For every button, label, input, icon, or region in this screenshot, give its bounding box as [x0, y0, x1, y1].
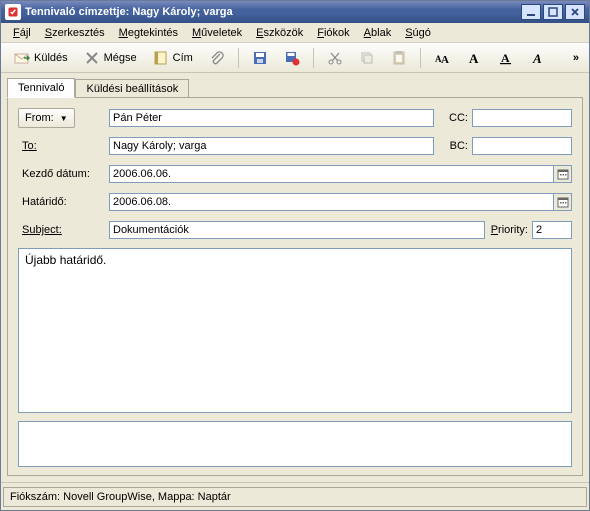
minimize-button[interactable]	[521, 4, 541, 20]
svg-text:A: A	[501, 51, 510, 65]
cc-field[interactable]	[472, 109, 572, 127]
copy-icon	[359, 50, 375, 66]
calendar-icon	[557, 196, 569, 208]
send-button[interactable]: Küldés	[7, 46, 75, 70]
menu-view[interactable]: Megtekintés	[113, 25, 184, 41]
to-label: To:	[18, 136, 41, 156]
copy-button[interactable]	[352, 46, 382, 70]
scissors-icon	[327, 50, 343, 66]
menu-window[interactable]: Ablak	[358, 25, 398, 41]
priority-label: Priority:	[491, 224, 528, 236]
title-bar: Tennivaló címzettje: Nagy Károly; varga	[1, 1, 589, 23]
bold-icon: A	[466, 50, 482, 66]
bold-button[interactable]: A	[459, 46, 489, 70]
menu-bar: Fájl Szerkesztés Megtekintés Műveletek E…	[1, 23, 589, 43]
menu-edit[interactable]: Szerkesztés	[39, 25, 111, 41]
from-field[interactable]	[109, 109, 434, 127]
font-icon: AA	[434, 50, 450, 66]
paperclip-icon	[209, 50, 225, 66]
due-date-label: Határidő:	[18, 192, 71, 212]
font-dialog-button[interactable]: AA	[427, 46, 457, 70]
save-icon	[252, 50, 268, 66]
tab-task[interactable]: Tennivaló	[7, 78, 75, 98]
due-date-field[interactable]	[109, 193, 554, 211]
address-book-icon	[153, 50, 169, 66]
underline-button[interactable]: A	[491, 46, 521, 70]
menu-actions[interactable]: Műveletek	[186, 25, 248, 41]
attach-button[interactable]	[202, 46, 232, 70]
chevron-down-icon: ▼	[60, 114, 68, 123]
menu-file[interactable]: Fájl	[7, 25, 37, 41]
calendar-icon	[557, 168, 569, 180]
tab-strip: Tennivaló Küldési beállítások	[1, 73, 589, 97]
close-button[interactable]	[565, 4, 585, 20]
separator	[238, 48, 239, 68]
bc-label: BC:	[440, 140, 468, 152]
task-panel: From: ▼ CC: To: BC: Kezdő dátum:	[7, 97, 583, 476]
save-button[interactable]	[245, 46, 275, 70]
bc-field[interactable]	[472, 137, 572, 155]
save-draft-button[interactable]	[277, 46, 307, 70]
address-button[interactable]: Cím	[146, 46, 200, 70]
paste-button[interactable]	[384, 46, 414, 70]
message-body[interactable]: Újabb határidő.	[18, 248, 572, 413]
start-date-field[interactable]	[109, 165, 554, 183]
menu-help[interactable]: Súgó	[399, 25, 437, 41]
menu-tools[interactable]: Eszközök	[250, 25, 309, 41]
underline-icon: A	[498, 50, 514, 66]
cancel-button[interactable]: Mégse	[77, 46, 144, 70]
toolbar-overflow-button[interactable]: »	[569, 52, 583, 64]
separator	[313, 48, 314, 68]
maximize-button[interactable]	[543, 4, 563, 20]
window-title: Tennivaló címzettje: Nagy Károly; varga	[25, 6, 521, 18]
status-text: Fiókszám: Novell GroupWise, Mappa: Naptá…	[3, 487, 587, 507]
italic-icon: A	[530, 50, 546, 66]
cc-label: CC:	[440, 112, 468, 124]
start-date-picker-button[interactable]	[554, 165, 572, 183]
cut-button[interactable]	[320, 46, 350, 70]
status-bar: Fiókszám: Novell GroupWise, Mappa: Naptá…	[1, 482, 589, 510]
from-dropdown[interactable]: From: ▼	[18, 108, 75, 128]
send-icon	[14, 50, 30, 66]
attachment-area[interactable]	[18, 421, 572, 467]
app-icon	[5, 4, 21, 20]
separator	[420, 48, 421, 68]
svg-text:A: A	[532, 51, 542, 66]
subject-label: Subject:	[18, 220, 66, 240]
svg-text:A: A	[469, 51, 479, 66]
priority-field[interactable]	[532, 221, 572, 239]
due-date-picker-button[interactable]	[554, 193, 572, 211]
cancel-icon	[84, 50, 100, 66]
start-date-label: Kezdő dátum:	[18, 164, 94, 184]
subject-field[interactable]	[109, 221, 485, 239]
italic-button[interactable]: A	[523, 46, 553, 70]
menu-accounts[interactable]: Fiókok	[311, 25, 355, 41]
save-draft-icon	[284, 50, 300, 66]
app-window: Tennivaló címzettje: Nagy Károly; varga …	[0, 0, 590, 511]
to-field[interactable]	[109, 137, 434, 155]
tab-send-options[interactable]: Küldési beállítások	[75, 79, 189, 98]
toolbar: Küldés Mégse Cím AA	[1, 43, 589, 73]
svg-text:A: A	[441, 54, 449, 66]
paste-icon	[391, 50, 407, 66]
